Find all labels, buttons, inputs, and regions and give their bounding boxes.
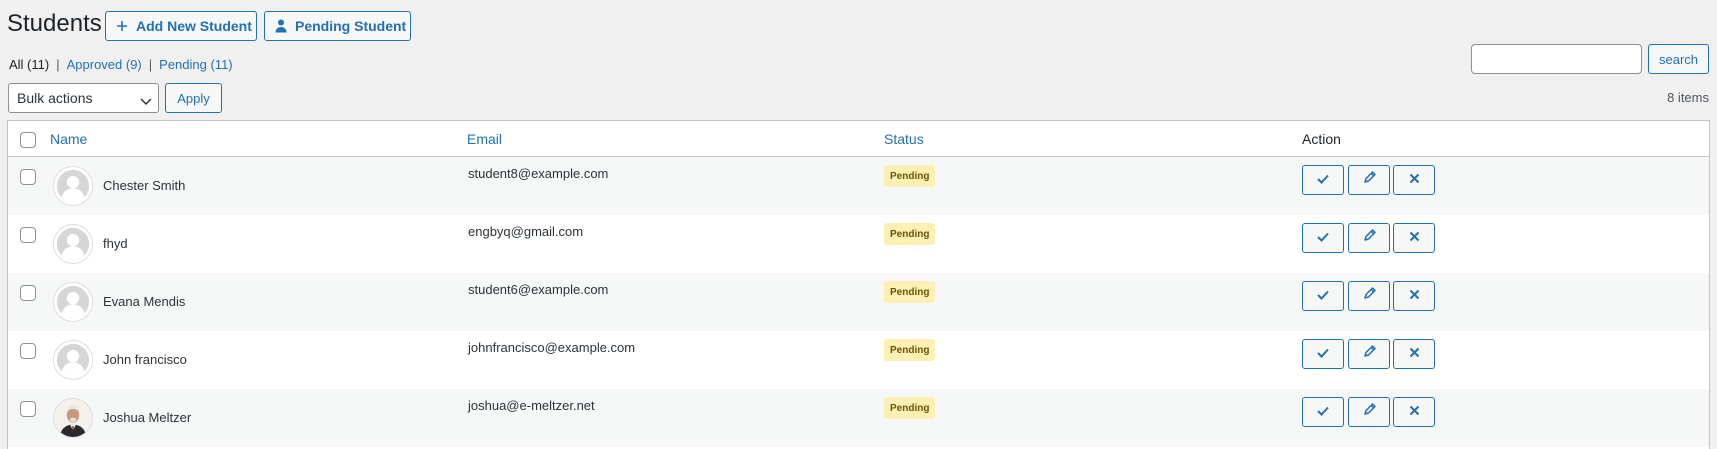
edit-button[interactable] bbox=[1348, 339, 1390, 369]
search-input[interactable] bbox=[1471, 44, 1642, 74]
student-name: Chester Smith bbox=[103, 178, 186, 193]
edit-button[interactable] bbox=[1348, 165, 1390, 195]
student-email: engbyq@gmail.com bbox=[468, 224, 584, 239]
table-row: John francisco johnfrancisco@example.com… bbox=[8, 331, 1709, 389]
default-user-icon bbox=[54, 167, 92, 205]
column-status-header[interactable]: Status bbox=[884, 131, 924, 147]
row-checkbox[interactable] bbox=[20, 401, 36, 417]
status-badge: Pending bbox=[884, 223, 936, 245]
edit-button[interactable] bbox=[1348, 281, 1390, 311]
check-icon bbox=[1317, 229, 1329, 247]
status-filter-links: All (11) | Approved (9) | Pending (11) bbox=[9, 57, 233, 72]
delete-button[interactable] bbox=[1393, 397, 1435, 427]
default-avatar bbox=[53, 224, 93, 264]
table-row: fhyd engbyq@gmail.com Pending bbox=[8, 215, 1709, 273]
default-user-icon bbox=[54, 283, 92, 321]
delete-button[interactable] bbox=[1393, 165, 1435, 195]
approve-button[interactable] bbox=[1302, 339, 1344, 369]
check-icon bbox=[1317, 171, 1329, 189]
page-title: Students bbox=[7, 10, 102, 37]
table-header: Name Email Status Action bbox=[8, 121, 1709, 157]
column-action-header: Action bbox=[1302, 131, 1341, 147]
delete-button[interactable] bbox=[1393, 339, 1435, 369]
table-row: Chester Smith student8@example.com Pendi… bbox=[8, 157, 1709, 215]
apply-button[interactable]: Apply bbox=[165, 83, 222, 113]
bulk-actions-value: Bulk actions bbox=[17, 90, 93, 106]
delete-button[interactable] bbox=[1393, 281, 1435, 311]
default-avatar bbox=[53, 282, 93, 322]
default-avatar bbox=[53, 166, 93, 206]
pencil-icon bbox=[1363, 229, 1376, 247]
close-icon bbox=[1409, 345, 1420, 363]
check-icon bbox=[1317, 345, 1329, 363]
avatar-photo bbox=[53, 398, 93, 438]
select-all-checkbox[interactable] bbox=[20, 132, 36, 148]
default-user-icon bbox=[54, 225, 92, 263]
row-checkbox[interactable] bbox=[20, 227, 36, 243]
students-table: Name Email Status Action Chester Smith s… bbox=[7, 120, 1710, 449]
filter-all[interactable]: All (11) bbox=[9, 57, 49, 72]
pencil-icon bbox=[1363, 171, 1376, 189]
close-icon bbox=[1409, 403, 1420, 421]
default-user-icon bbox=[54, 341, 92, 379]
row-checkbox[interactable] bbox=[20, 343, 36, 359]
filter-pending[interactable]: Pending (11) bbox=[159, 57, 232, 72]
student-email: student6@example.com bbox=[468, 282, 609, 297]
student-name: John francisco bbox=[103, 352, 187, 367]
close-icon bbox=[1409, 171, 1420, 189]
student-email: joshua@e-meltzer.net bbox=[468, 398, 595, 413]
student-name: Evana Mendis bbox=[103, 294, 186, 309]
pencil-icon bbox=[1363, 403, 1376, 421]
pencil-icon bbox=[1363, 287, 1376, 305]
student-name: fhyd bbox=[103, 236, 128, 251]
check-icon bbox=[1317, 287, 1329, 305]
status-badge: Pending bbox=[884, 165, 936, 187]
table-row: Joshua Meltzer joshua@e-meltzer.net Pend… bbox=[8, 389, 1709, 447]
add-new-student-label: Add New Student bbox=[136, 18, 252, 34]
edit-button[interactable] bbox=[1348, 223, 1390, 253]
student-email: student8@example.com bbox=[468, 166, 609, 181]
filter-approved[interactable]: Approved (9) bbox=[67, 57, 142, 72]
add-new-student-button[interactable]: Add New Student bbox=[105, 11, 257, 41]
pencil-icon bbox=[1363, 345, 1376, 363]
approve-button[interactable] bbox=[1302, 397, 1344, 427]
filter-separator: | bbox=[148, 57, 153, 72]
status-badge: Pending bbox=[884, 397, 936, 419]
plus-icon bbox=[116, 20, 128, 32]
student-email: johnfrancisco@example.com bbox=[468, 340, 636, 355]
table-row: Evana Mendis student6@example.com Pendin… bbox=[8, 273, 1709, 331]
approve-button[interactable] bbox=[1302, 165, 1344, 195]
row-checkbox[interactable] bbox=[20, 285, 36, 301]
close-icon bbox=[1409, 229, 1420, 247]
chevron-down-icon bbox=[140, 93, 152, 106]
status-badge: Pending bbox=[884, 281, 936, 303]
delete-button[interactable] bbox=[1393, 223, 1435, 253]
table-body: Chester Smith student8@example.com Pendi… bbox=[8, 157, 1709, 447]
default-avatar bbox=[53, 340, 93, 380]
person-photo-icon bbox=[54, 399, 92, 437]
search-button[interactable]: search bbox=[1648, 44, 1709, 74]
approve-button[interactable] bbox=[1302, 223, 1344, 253]
pending-student-button[interactable]: Pending Student bbox=[264, 11, 411, 41]
items-count: 8 items bbox=[1667, 90, 1709, 105]
bulk-actions-select[interactable]: Bulk actions bbox=[8, 83, 159, 113]
pending-student-label: Pending Student bbox=[295, 18, 407, 34]
column-name-header[interactable]: Name bbox=[50, 131, 87, 147]
filter-separator: | bbox=[56, 57, 60, 72]
approve-button[interactable] bbox=[1302, 281, 1344, 311]
column-email-header[interactable]: Email bbox=[467, 131, 502, 147]
row-checkbox[interactable] bbox=[20, 169, 36, 185]
close-icon bbox=[1409, 287, 1420, 305]
status-badge: Pending bbox=[884, 339, 936, 361]
check-icon bbox=[1317, 403, 1329, 421]
user-icon bbox=[275, 19, 287, 33]
edit-button[interactable] bbox=[1348, 397, 1390, 427]
student-name: Joshua Meltzer bbox=[103, 410, 192, 425]
